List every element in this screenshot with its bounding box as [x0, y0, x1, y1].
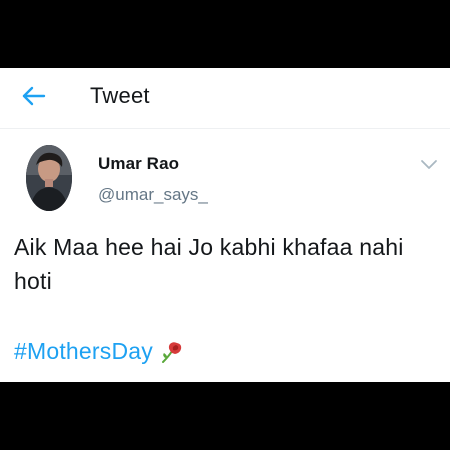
tweet-screen: Tweet Umar Rao @umar_says_ Aik Maa hee h… [0, 68, 450, 382]
arrow-left-icon [22, 86, 46, 106]
author-handle[interactable]: @umar_says_ [98, 185, 208, 205]
page-title: Tweet [90, 83, 150, 108]
tweet-text: Aik Maa hee hai Jo kabhi khafaa nahi hot… [14, 234, 404, 294]
more-options-button[interactable] [418, 156, 440, 172]
chevron-down-icon [421, 160, 437, 169]
back-button[interactable] [18, 82, 50, 114]
rose-icon [161, 341, 182, 363]
profile-photo [26, 145, 72, 211]
hashtag-line: #MothersDay [14, 338, 185, 365]
author-name[interactable]: Umar Rao [98, 154, 179, 174]
avatar[interactable] [26, 145, 72, 211]
top-bar: Tweet [0, 68, 450, 129]
hashtag-link[interactable]: #MothersDay [14, 338, 153, 365]
